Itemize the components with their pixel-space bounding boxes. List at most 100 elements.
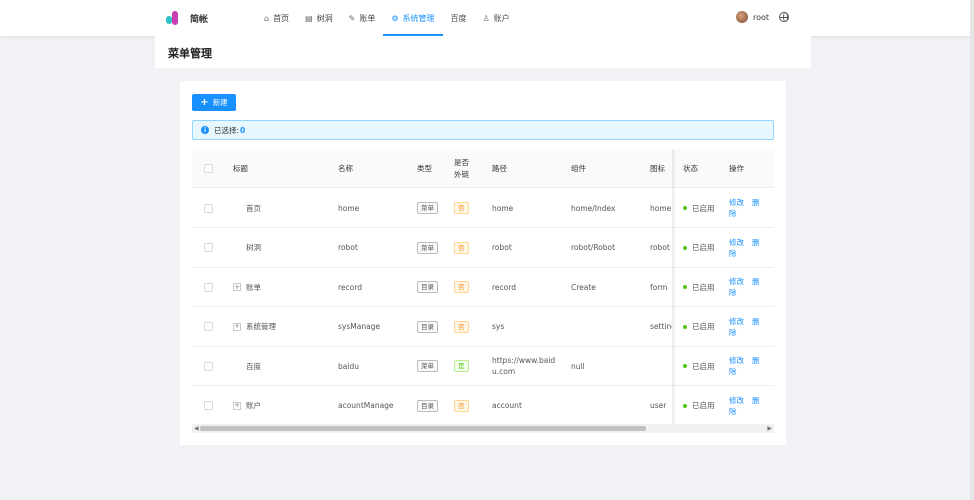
- row-select-cell: [204, 346, 213, 386]
- row-name: robot: [338, 243, 358, 252]
- expand-icon[interactable]: +: [233, 401, 241, 410]
- notebook-icon: ▤: [305, 13, 313, 23]
- menu-table: 标题 名称 类型 是否 外链 路径 组件 图标 状态 操作 首页 home 菜单否 h…: [192, 149, 774, 436]
- plus-icon: +: [200, 97, 209, 108]
- app-logo[interactable]: 简帐: [166, 10, 208, 26]
- edit-link[interactable]: 修改: [729, 277, 744, 286]
- row-type-cell: 目录: [417, 267, 438, 307]
- row-actions-cell: 修改 删除: [729, 346, 765, 386]
- nav-item-1[interactable]: ▤ 树洞: [297, 0, 341, 36]
- type-tag: 目录: [417, 281, 438, 293]
- nav-item-2[interactable]: ✎ 账单: [341, 0, 384, 36]
- row-title: 账户: [246, 401, 261, 410]
- status-dot-icon: [683, 403, 687, 408]
- row-checkbox[interactable]: [204, 322, 213, 331]
- nav-item-4[interactable]: 百度: [443, 0, 475, 36]
- row-actions: 修改 删除: [729, 237, 765, 259]
- row-status-cell: 已启用: [683, 386, 715, 426]
- col-actions: 操作: [729, 164, 744, 173]
- nav-item-label: 账单: [359, 13, 376, 23]
- row-title-cell: 首页: [233, 188, 261, 228]
- user-name: root: [753, 12, 770, 22]
- row-checkbox[interactable]: [204, 361, 213, 371]
- row-icon-name: user: [650, 401, 667, 410]
- user-menu[interactable]: root: [736, 11, 769, 23]
- row-status: 已启用: [692, 203, 715, 213]
- scroll-right-arrow-icon[interactable]: ▶: [767, 425, 772, 432]
- nav-item-5[interactable]: ♙ 账户: [475, 0, 518, 36]
- nav-item-label: 百度: [450, 13, 467, 23]
- row-path: account: [492, 401, 522, 410]
- row-icon-cell: form: [650, 267, 672, 307]
- row-status-cell: 已启用: [683, 267, 715, 307]
- table-horizontal-scrollbar[interactable]: ◀ ▶: [192, 424, 774, 433]
- external-tag: 否: [454, 399, 469, 412]
- nav-item-3[interactable]: ⚙ 系统管理: [383, 0, 443, 36]
- edit-link[interactable]: 修改: [729, 198, 744, 207]
- row-title: 树洞: [246, 243, 261, 252]
- row-status: 已启用: [692, 401, 715, 410]
- row-type-cell: 菜单: [417, 228, 438, 268]
- gear-icon: ⚙: [391, 13, 399, 23]
- table-row: 树洞 robot 菜单 否 robot robot/Robot robot 已启用 修改 删除: [192, 228, 774, 268]
- row-component: null: [571, 361, 585, 371]
- row-title-cell: 百度: [233, 346, 261, 386]
- avatar: [736, 11, 748, 23]
- row-external-cell: 否: [454, 188, 469, 228]
- row-icon-cell: setting: [650, 307, 672, 347]
- row-title: 首页: [246, 203, 261, 213]
- row-icon-name: setting: [650, 322, 672, 331]
- language-globe-icon[interactable]: [779, 12, 789, 22]
- home-icon: ⌂: [264, 13, 270, 23]
- row-external-cell: 否: [454, 307, 469, 347]
- table-header: 标题 名称 类型 是否 外链 路径 组件 图标 状态 操作: [192, 149, 774, 188]
- row-name-cell: home: [338, 188, 359, 228]
- expand-icon[interactable]: +: [233, 283, 241, 291]
- row-name: record: [338, 282, 362, 292]
- row-checkbox[interactable]: [204, 203, 213, 213]
- row-icon-name: home: [650, 203, 672, 213]
- expand-icon[interactable]: +: [233, 322, 241, 331]
- edit-link[interactable]: 修改: [729, 356, 744, 365]
- scroll-left-arrow-icon[interactable]: ◀: [194, 425, 199, 432]
- status-dot-icon: [683, 285, 687, 289]
- col-component: 组件: [571, 164, 586, 173]
- col-external-line1: 是否: [454, 157, 469, 167]
- page-title: 菜单管理: [168, 47, 212, 60]
- type-tag: 目录: [417, 399, 438, 412]
- row-checkbox[interactable]: [204, 401, 213, 410]
- row-actions-cell: 修改 删除: [729, 267, 765, 307]
- row-name: home: [338, 203, 360, 213]
- row-actions: 修改 删除: [729, 355, 765, 377]
- new-button[interactable]: + 新建: [192, 94, 236, 111]
- row-path-cell: record: [492, 267, 516, 307]
- page-scrollbar[interactable]: [970, 0, 974, 500]
- logo-icon: [166, 10, 182, 26]
- external-tag: 是: [454, 360, 469, 372]
- row-icon-name: form: [650, 282, 668, 292]
- row-icon-cell: user: [650, 386, 672, 426]
- col-icon: 图标: [650, 164, 665, 173]
- edit-link[interactable]: 修改: [729, 396, 744, 405]
- row-checkbox[interactable]: [204, 282, 213, 292]
- row-external-cell: 否: [454, 386, 469, 426]
- row-title-cell: 树洞: [233, 228, 261, 268]
- row-type-cell: 菜单: [417, 188, 438, 228]
- select-all-checkbox[interactable]: [204, 164, 213, 173]
- row-select-cell: [204, 188, 213, 228]
- scrollbar-thumb[interactable]: [200, 426, 646, 431]
- row-name: baidu: [338, 361, 359, 371]
- edit-link[interactable]: 修改: [729, 317, 744, 326]
- row-component-cell: Create: [571, 267, 596, 307]
- nav-item-0[interactable]: ⌂ 首页: [256, 0, 297, 36]
- status-dot-icon: [683, 206, 687, 210]
- row-name: sysManage: [338, 322, 381, 331]
- page-header: 菜单管理: [155, 36, 811, 68]
- row-type-cell: 目录: [417, 307, 438, 347]
- edit-link[interactable]: 修改: [729, 238, 744, 247]
- row-select-cell: [204, 307, 213, 347]
- table-row: + 账单 record 目录 否 record Create form 已启用 修改 删除: [192, 267, 774, 307]
- content-card: + 新建 i 已选择: 0 标题 名称 类型 是否 外链 路径 组件 图标 状态…: [180, 81, 786, 445]
- row-checkbox[interactable]: [204, 243, 213, 252]
- col-title: 标题: [233, 164, 248, 173]
